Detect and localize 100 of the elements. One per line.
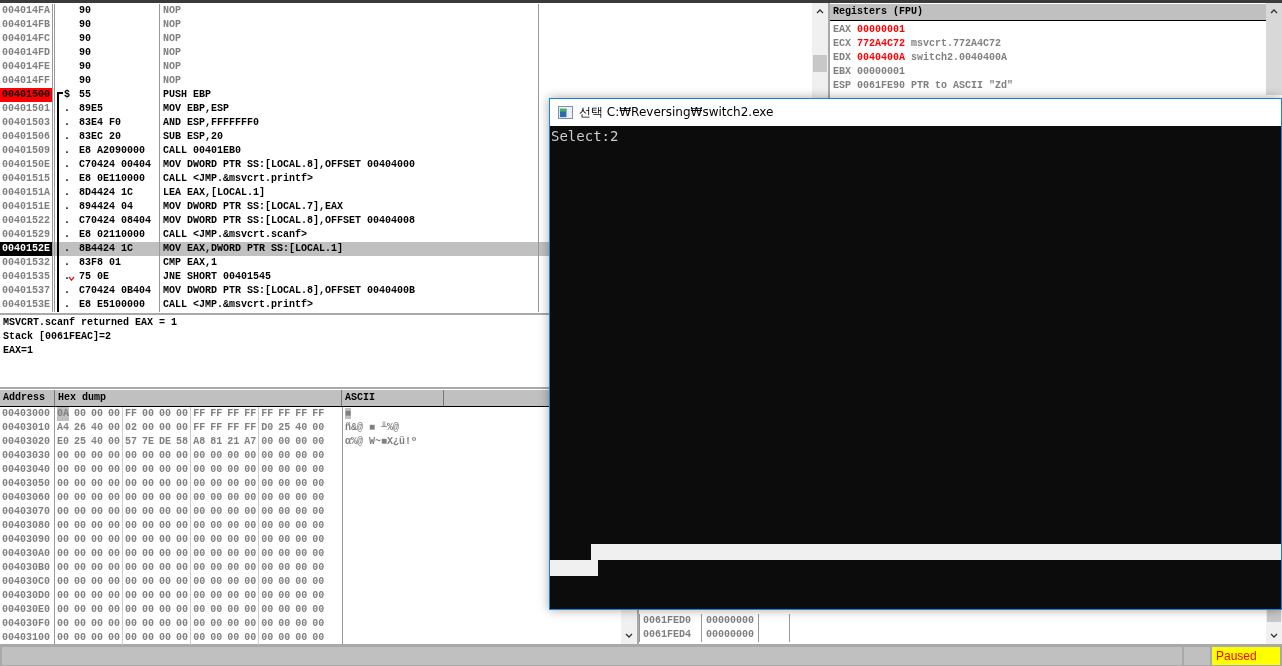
hex-cell: 55 <box>79 88 160 102</box>
byte-cell: 00 <box>74 617 87 631</box>
byte-cell: 00 <box>244 477 257 491</box>
instruction-cell: LEA EAX,[LOCAL.1] <box>160 186 539 200</box>
column-header[interactable]: ASCII <box>342 390 444 406</box>
byte-cell: 00 <box>125 449 138 463</box>
byte-cell: FF <box>227 407 240 421</box>
byte-cell: 00 <box>227 449 240 463</box>
byte-cell: 00 <box>193 617 206 631</box>
byte-cell: 00 <box>261 491 274 505</box>
marker-text: . <box>64 144 70 158</box>
marker-text: . <box>64 284 70 298</box>
byte-cell: 00 <box>227 561 240 575</box>
byte-cell: 00 <box>278 519 291 533</box>
instruction-cell: MOV EBP,ESP <box>160 102 539 116</box>
address-cell: 00403080 <box>0 519 55 533</box>
byte-cell: 00 <box>295 463 308 477</box>
byte-cell: 00 <box>108 505 121 519</box>
byte-cell: 00 <box>261 463 274 477</box>
byte-cell: 00 <box>108 421 121 435</box>
byte-cell: 00 <box>57 589 69 603</box>
byte-cell: 00 <box>244 575 257 589</box>
byte-cell: 00 <box>244 603 257 617</box>
byte-cell: FF <box>210 407 223 421</box>
address-cell: 004014FD <box>0 46 53 60</box>
byte-cell: 00 <box>312 631 325 645</box>
byte-cell: 00 <box>193 505 206 519</box>
byte-cell: 00 <box>142 589 155 603</box>
byte-cell: 00 <box>142 421 155 435</box>
column-header[interactable]: Hex dump <box>55 390 342 406</box>
hex-cell: 90 <box>79 74 160 88</box>
byte-cell: 00 <box>210 533 223 547</box>
byte-cell: 7E <box>142 435 155 449</box>
marker-text: . <box>64 172 70 186</box>
byte-cell: 21 <box>227 435 240 449</box>
byte-cell: FF <box>244 407 257 421</box>
hex-cell: 90 <box>79 60 160 74</box>
address-cell: 0040152E <box>0 242 53 256</box>
scroll-down-icon[interactable] <box>624 632 634 640</box>
byte-cell: FF <box>312 407 325 421</box>
byte-cell: 00 <box>295 547 308 561</box>
byte-cell: 00 <box>244 519 257 533</box>
byte-cell: 00 <box>108 463 121 477</box>
byte-cell: 00 <box>261 533 274 547</box>
marker-text: . <box>64 200 70 214</box>
address-cell: 00403050 <box>0 477 55 491</box>
byte-cell: 00 <box>91 491 104 505</box>
byte-cell: 00 <box>227 491 240 505</box>
scrollbar-thumb[interactable] <box>813 55 827 72</box>
byte-cell: 00 <box>278 575 291 589</box>
byte-cell: 00 <box>227 505 240 519</box>
address-cell: 00403070 <box>0 505 55 519</box>
instruction-cell: NOP <box>160 74 539 88</box>
byte-cell: 00 <box>91 449 104 463</box>
address-cell: 00401509 <box>0 144 53 158</box>
byte-cell: 00 <box>261 603 274 617</box>
byte-cell: 00 <box>125 547 138 561</box>
column-header[interactable]: Address <box>0 390 55 406</box>
scroll-up-icon[interactable] <box>1269 7 1279 15</box>
hex-cell: 83E4 F0 <box>79 116 160 130</box>
scroll-up-icon[interactable] <box>815 7 825 15</box>
marker-text: . <box>64 102 70 116</box>
byte-cell: 00 <box>227 575 240 589</box>
byte-cell: 00 <box>176 477 189 491</box>
byte-cell: 00 <box>244 561 257 575</box>
address-cell: 00403100 <box>0 631 55 645</box>
byte-cell: 00 <box>142 631 155 645</box>
address-cell: 00401500 <box>0 88 53 102</box>
byte-cell: 25 <box>278 421 291 435</box>
byte-cell: 00 <box>142 519 155 533</box>
byte-cell: 00 <box>74 547 87 561</box>
byte-cell: 00 <box>91 617 104 631</box>
scroll-down-icon[interactable] <box>1269 632 1279 640</box>
ascii-cell: α%@ W~■X¿ü!º <box>345 436 417 447</box>
byte-cell: 00 <box>125 519 138 533</box>
byte-cell: 00 <box>176 617 189 631</box>
instruction-cell: NOP <box>160 18 539 32</box>
address-cell: 00401535 <box>0 270 53 284</box>
byte-cell: 00 <box>312 435 325 449</box>
hex-cell: 8D4424 1C <box>79 186 160 200</box>
byte-cell: 00 <box>125 533 138 547</box>
byte-cell: 00 <box>142 449 155 463</box>
byte-cell: 00 <box>261 575 274 589</box>
register-name: EDX <box>833 51 851 65</box>
byte-cell: 00 <box>295 449 308 463</box>
byte-cell: 40 <box>91 435 104 449</box>
byte-cell: 00 <box>193 491 206 505</box>
byte-cell: 00 <box>125 491 138 505</box>
byte-cell: 00 <box>74 477 87 491</box>
byte-cell: FF <box>193 421 206 435</box>
byte-cell: 00 <box>125 561 138 575</box>
byte-cell: 00 <box>159 617 172 631</box>
byte-cell: 00 <box>91 589 104 603</box>
hex-cell: E8 E5100000 <box>79 298 160 312</box>
byte-cell: 00 <box>159 589 172 603</box>
byte-cell: 00 <box>210 505 223 519</box>
register-name: ESP <box>833 79 851 93</box>
byte-cell: 00 <box>312 463 325 477</box>
byte-cell: 00 <box>244 491 257 505</box>
byte-cell: 25 <box>74 435 87 449</box>
